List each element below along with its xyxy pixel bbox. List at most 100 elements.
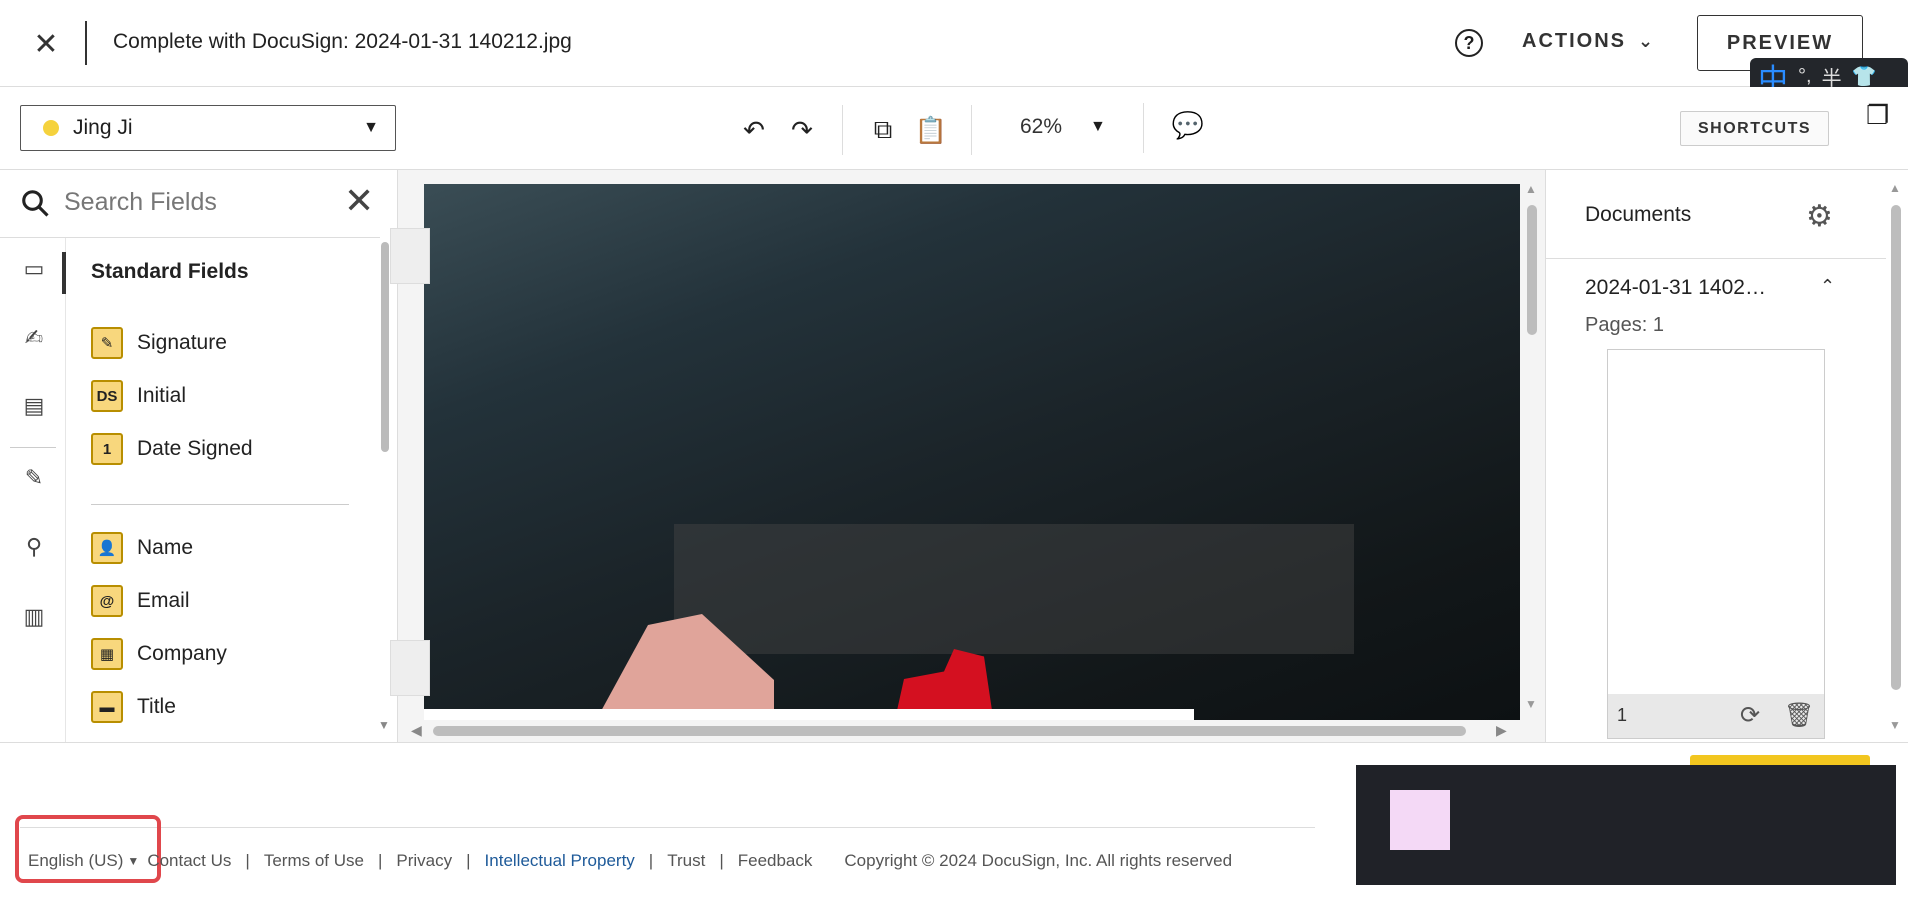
footer-separator: | <box>245 851 250 870</box>
image-region <box>424 709 1194 720</box>
paste-icon[interactable]: 📋 <box>911 110 951 150</box>
page-count: Pages: 1 <box>1585 314 1664 336</box>
at-icon: @ <box>91 585 123 617</box>
fields-scrollbar[interactable] <box>381 242 389 452</box>
search-fields-input[interactable] <box>64 182 334 222</box>
scroll-left-arrow-icon[interactable]: ◀ <box>411 722 422 739</box>
help-circle-icon[interactable]: ? <box>1455 29 1483 57</box>
recipient-select[interactable]: Jing Ji ▼ <box>20 105 396 151</box>
page-handle[interactable] <box>390 228 430 284</box>
calendar-icon: 1 <box>91 433 123 465</box>
caret-down-icon[interactable]: ▼ <box>1090 118 1106 136</box>
page-thumbnail[interactable] <box>1607 349 1825 739</box>
scroll-down-arrow-icon[interactable]: ▼ <box>378 718 390 732</box>
footer-link-terms[interactable]: Terms of Use <box>264 851 364 871</box>
active-indicator <box>62 252 66 294</box>
shortcuts-button[interactable]: SHORTCUTS <box>1680 111 1829 146</box>
form-fields-icon[interactable]: ▤ <box>18 390 50 422</box>
document-page-image[interactable] <box>424 184 1520 720</box>
field-company[interactable]: ▦ Company <box>91 638 227 670</box>
document-name[interactable]: 2024-01-31 140212.jpg <box>1585 276 1775 300</box>
recipient-color-dot <box>43 120 59 136</box>
field-label: Signature <box>137 331 227 354</box>
chevron-up-icon[interactable]: ⌃ <box>1820 276 1835 297</box>
copy-icon[interactable]: ⧉ <box>863 110 903 150</box>
footer-separator: | <box>719 851 724 870</box>
page-handle[interactable] <box>390 640 430 696</box>
signature-icon: ✎ <box>91 327 123 359</box>
footer-link-contact[interactable]: Contact Us <box>147 851 231 871</box>
briefcase-icon: ▬ <box>91 691 123 723</box>
standard-fields-heading: Standard Fields <box>91 260 249 283</box>
standard-fields-icon[interactable]: ▭ <box>18 253 50 285</box>
field-label: Title <box>137 695 176 718</box>
scroll-down-arrow-icon[interactable]: ▼ <box>1525 697 1537 711</box>
shirt-icon[interactable]: 👕 <box>1852 64 1877 89</box>
field-label: Company <box>137 642 227 665</box>
field-email[interactable]: @ Email <box>91 585 190 617</box>
signature-tools-icon[interactable]: ✍ <box>18 322 50 354</box>
footer: English (US) ▼ Contact Us | Terms of Use… <box>20 847 1232 875</box>
footer-separator: | <box>377 851 383 870</box>
scroll-down-arrow-icon[interactable]: ▼ <box>1889 718 1901 732</box>
language-select[interactable]: English (US) ▼ <box>20 847 147 875</box>
ime-punctuation[interactable]: °, <box>1798 65 1812 88</box>
footer-link-trust[interactable]: Trust <box>667 851 705 871</box>
trash-icon[interactable]: 🗑 <box>1784 701 1814 730</box>
scroll-right-arrow-icon[interactable]: ▶ <box>1496 722 1507 739</box>
recipient-name: Jing Ji <box>73 116 133 139</box>
caret-down-icon: ▼ <box>363 119 379 136</box>
footer-separator: | <box>648 851 654 870</box>
field-label: Initial <box>137 384 187 407</box>
undo-icon[interactable]: ↶ <box>734 110 774 150</box>
field-date-signed[interactable]: 1 Date Signed <box>91 433 253 465</box>
pencil-icon[interactable]: ✎ <box>18 462 50 494</box>
overlay-block <box>1390 790 1450 850</box>
canvas-vertical-scrollbar[interactable] <box>1527 205 1537 335</box>
field-label: Name <box>137 536 194 559</box>
documents-divider <box>1546 258 1886 259</box>
pages-icon[interactable]: ❐ <box>1866 100 1889 131</box>
field-label: Date Signed <box>137 437 253 460</box>
comment-icon[interactable]: 💬 <box>1168 105 1208 145</box>
buildings-icon[interactable]: ▥ <box>18 601 50 633</box>
close-icon[interactable]: ✕ <box>28 26 64 62</box>
canvas-horizontal-scrollbar[interactable] <box>433 726 1466 736</box>
caret-down-icon: ▼ <box>127 854 140 868</box>
footer-link-ip[interactable]: Intellectual Property <box>485 851 635 871</box>
badge-icon[interactable]: ⚲ <box>18 531 50 563</box>
overlay-panel <box>1356 765 1896 885</box>
toolbar-separator <box>1143 103 1144 153</box>
rail-divider <box>10 447 56 448</box>
scroll-up-arrow-icon[interactable]: ▲ <box>1889 181 1901 195</box>
actions-label: ACTIONS <box>1522 30 1626 52</box>
header-divider <box>85 21 87 65</box>
field-initial[interactable]: DS Initial <box>91 380 186 412</box>
zoom-level[interactable]: 62% <box>1020 115 1062 139</box>
rotate-page-icon[interactable]: ⟳ <box>1740 701 1760 730</box>
field-signature[interactable]: ✎ Signature <box>91 327 227 359</box>
footer-link-feedback[interactable]: Feedback <box>738 851 813 871</box>
toolbar-separator <box>842 105 843 155</box>
redo-icon[interactable]: ↷ <box>782 110 822 150</box>
copyright-text: Copyright © 2024 DocuSign, Inc. All righ… <box>844 851 1233 870</box>
edit-tools: ↶ ↷ ⧉ 📋 <box>734 105 984 155</box>
gear-icon[interactable]: ⚙ <box>1806 199 1833 234</box>
page-number: 1 <box>1617 705 1628 725</box>
scroll-up-arrow-icon[interactable]: ▲ <box>1525 182 1537 196</box>
person-icon: 👤 <box>91 532 123 564</box>
initial-icon: DS <box>91 380 123 412</box>
field-name[interactable]: 👤 Name <box>91 532 193 564</box>
field-label: Email <box>137 589 190 612</box>
image-region <box>674 524 1354 654</box>
toolbar-separator <box>971 105 972 155</box>
language-label: English (US) <box>28 851 124 870</box>
close-icon[interactable]: ✕ <box>344 183 374 219</box>
document-title: Complete with DocuSign: 2024-01-31 14021… <box>113 30 572 53</box>
field-title[interactable]: ▬ Title <box>91 691 176 723</box>
documents-heading: Documents <box>1585 203 1692 226</box>
documents-scrollbar[interactable] <box>1891 205 1901 690</box>
footer-link-privacy[interactable]: Privacy <box>396 851 452 871</box>
actions-menu-button[interactable]: ACTIONS ⌄ <box>1522 30 1655 53</box>
search-icon <box>22 190 49 217</box>
